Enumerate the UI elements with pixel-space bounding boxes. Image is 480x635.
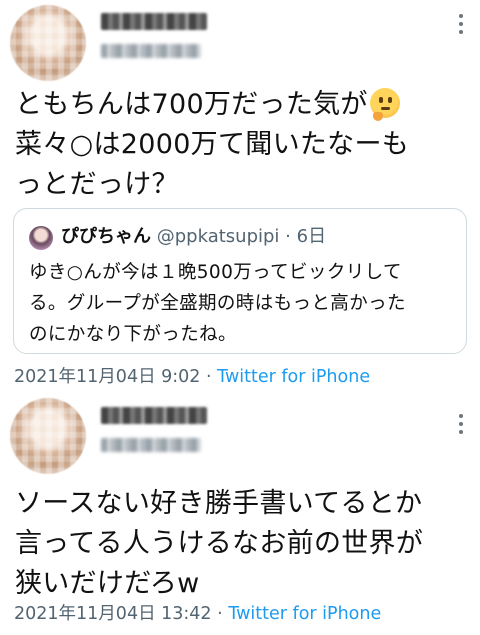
timestamp[interactable]: 2021年11月04日 13:42: [14, 604, 212, 624]
quoted-text-line: のにかなり下がったね。: [29, 324, 237, 345]
username-blurred[interactable]: [101, 438, 201, 452]
tweet-meta: 2021年11月04日 13:42 · Twitter for iPhone: [14, 602, 381, 626]
quoted-tweet-text: ゆき○んが今は１晩500万ってビックリして る。グループが全盛期の時はもっと高か…: [29, 257, 454, 350]
tweet-text: ソースない好き勝手書いてるとか 言ってる人うけるなお前の世界が 狭いだけだろw: [15, 484, 462, 604]
tweet-text: ともちんは700万だった気が 菜々○は2000万て聞いたなーも っとだっけ？: [15, 85, 462, 205]
source-label[interactable]: Twitter for iPhone: [228, 604, 381, 624]
quoted-date: 6日: [296, 226, 327, 247]
avatar[interactable]: [10, 5, 86, 81]
quoted-tweet[interactable]: ぴぴちゃん @ppkatsupipi · 6日 ゆき○んが今は１晩500万ってビ…: [13, 208, 467, 354]
tweet-meta: 2021年11月04日 9:02 · Twitter for iPhone: [14, 365, 370, 389]
quoted-avatar: [29, 226, 53, 250]
more-options-icon[interactable]: [458, 14, 464, 34]
timestamp[interactable]: 2021年11月04日 9:02: [14, 367, 200, 387]
tweet-text-line: 菜々○は2000万て聞いたなーも: [15, 129, 410, 160]
display-name-blurred[interactable]: [101, 13, 207, 30]
username-blurred[interactable]: [101, 44, 201, 58]
tweet-text-line: 言ってる人うけるなお前の世界が: [15, 528, 424, 559]
tweet[interactable]: ソースない好き勝手書いてるとか 言ってる人うけるなお前の世界が 狭いだけだろw …: [0, 392, 480, 635]
avatar[interactable]: [10, 398, 86, 474]
tweet[interactable]: ともちんは700万だった気が 菜々○は2000万て聞いたなーも っとだっけ？ ぴ…: [0, 0, 480, 392]
source-label[interactable]: Twitter for iPhone: [217, 367, 370, 387]
quoted-tweet-header: ぴぴちゃん @ppkatsupipi · 6日: [61, 224, 326, 250]
thinking-face-icon: [369, 88, 400, 121]
tweet-text-line: 狭いだけだろw: [15, 568, 200, 599]
quoted-text-line: る。グループが全盛期の時はもっと高かった: [29, 293, 406, 314]
quoted-username: @ppkatsupipi: [156, 226, 280, 247]
display-name-blurred[interactable]: [101, 407, 207, 424]
tweet-text-line: ソースない好き勝手書いてるとか: [15, 488, 423, 519]
separator-dot: ·: [217, 604, 223, 624]
tweet-text-line: ともちんは700万だった気が: [15, 89, 368, 120]
separator-dot: ·: [206, 367, 212, 387]
tweet-text-line: っとだっけ？: [15, 169, 179, 200]
separator-dot: ·: [285, 226, 291, 247]
more-options-icon[interactable]: [458, 414, 464, 434]
quoted-text-line: ゆき○んが今は１晩500万ってビックリして: [29, 262, 402, 283]
quoted-display-name: ぴぴちゃん: [61, 226, 151, 247]
